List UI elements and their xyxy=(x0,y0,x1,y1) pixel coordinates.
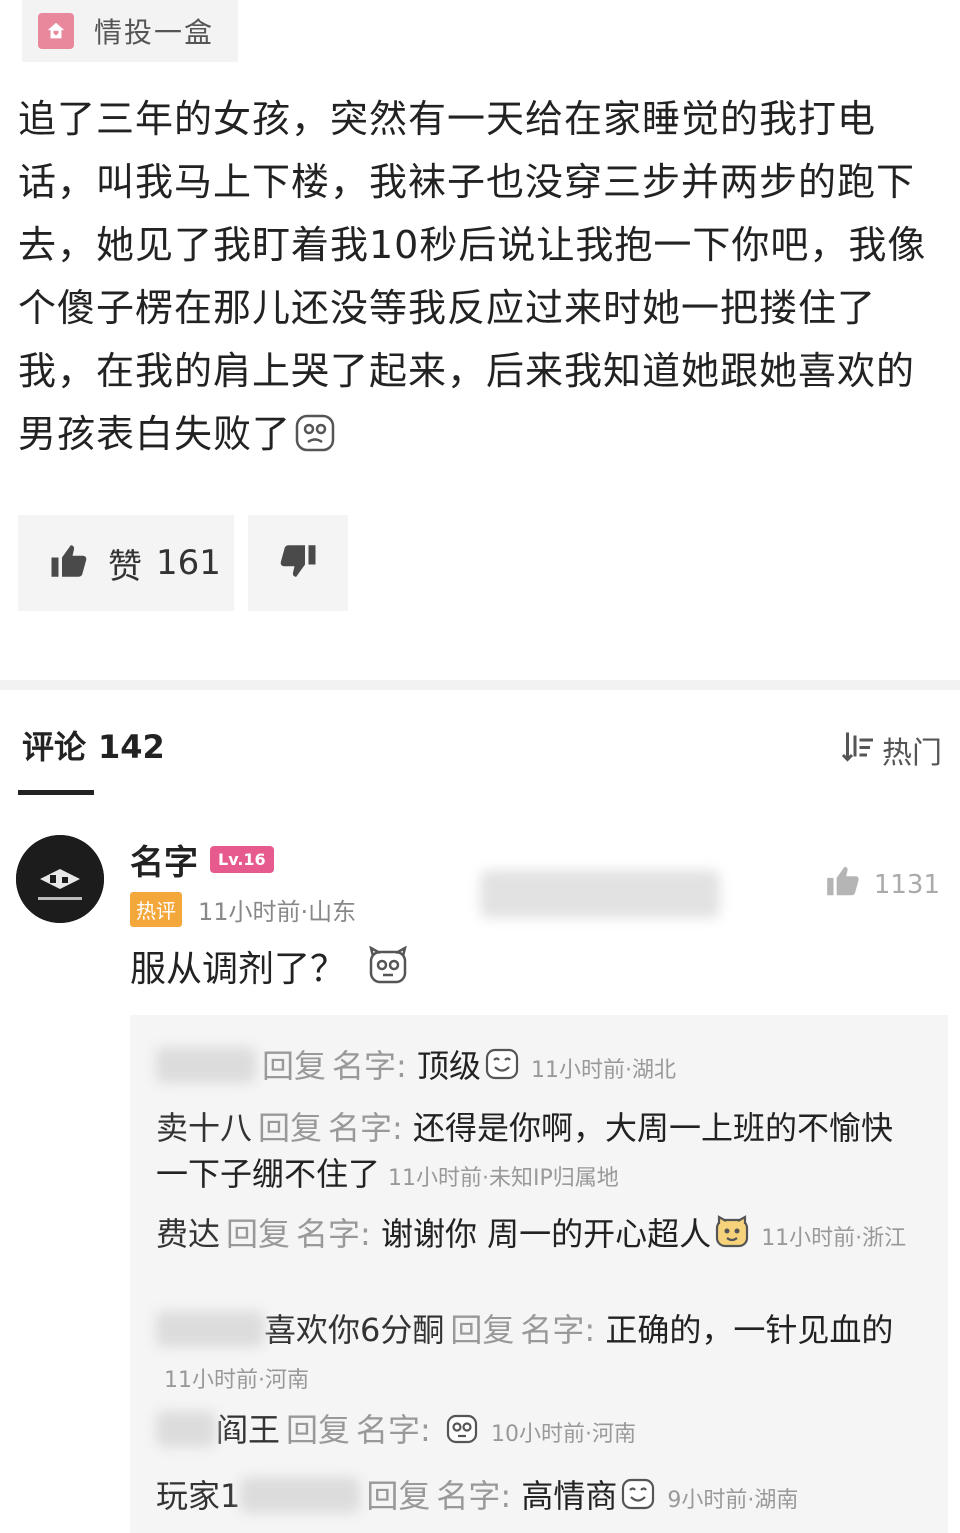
smile-emoji xyxy=(621,1477,655,1511)
comment-text: 服从调剂了？ xyxy=(130,940,408,992)
redacted-blur xyxy=(156,1047,256,1083)
reply-word: 回复 xyxy=(286,1411,351,1449)
reply-time: 11小时前·浙江 xyxy=(761,1226,907,1251)
comment-meta: 热评 11小时前·山东 xyxy=(130,892,356,927)
list-item[interactable]: 回复 名字: 顶级 11小时前·湖北 xyxy=(156,1043,916,1094)
redacted-blur xyxy=(156,1311,264,1347)
post-text: 追了三年的女孩，突然有一天给在家睡觉的我打电话，叫我马上下楼，我袜子也没穿三步并… xyxy=(18,88,948,466)
reply-word: 回复 xyxy=(262,1047,327,1085)
reply-time: 11小时前·湖北 xyxy=(531,1058,676,1083)
reply-word: 回复 xyxy=(366,1477,431,1515)
like-count: 161 xyxy=(156,543,221,583)
comment-like-count: 1131 xyxy=(873,869,940,900)
comment-body: 服从调剂了？ xyxy=(130,949,347,990)
level-badge: Lv.16 xyxy=(210,846,274,873)
smile-emoji xyxy=(485,1047,519,1081)
thumbs-down-icon xyxy=(277,540,319,586)
reply-text: 正确的，一针见血的 xyxy=(605,1311,894,1349)
sad-face-emoji xyxy=(295,409,335,452)
reply-word: 回复 xyxy=(226,1215,291,1253)
reply-target: 名字: xyxy=(296,1215,371,1253)
cat-face-emoji xyxy=(715,1215,749,1249)
like-button[interactable]: 赞 161 xyxy=(18,515,234,611)
list-item[interactable]: 费达 回复 名字: 谢谢你 周一的开心超人 11小时前·浙江 xyxy=(156,1211,916,1262)
comment-username[interactable]: 名字 xyxy=(130,835,198,884)
reply-time: 11小时前·河南 xyxy=(164,1368,309,1393)
thumbs-up-icon xyxy=(48,540,90,586)
reply-nick[interactable]: 费达 xyxy=(156,1215,220,1253)
reply-text: 顶级 xyxy=(416,1047,481,1085)
list-item[interactable]: 玩家1 回复 名字: 高情商 9小时前·湖南 xyxy=(156,1473,916,1524)
reply-word: 回复 xyxy=(258,1109,323,1147)
reply-target: 名字: xyxy=(356,1411,431,1449)
reply-nick[interactable]: 喜欢你6分酮 xyxy=(264,1311,444,1349)
reply-time: 9小时前·湖南 xyxy=(667,1488,799,1513)
reply-text: 高情商 xyxy=(521,1477,618,1515)
active-tab-underline xyxy=(18,790,94,795)
section-divider xyxy=(0,680,960,690)
source-tag[interactable]: 情投一盒 xyxy=(22,0,238,62)
like-label: 赞 xyxy=(108,546,142,587)
sort-label: 热门 xyxy=(882,736,942,771)
dislike-button[interactable] xyxy=(248,515,348,611)
redacted-blur xyxy=(240,1477,361,1513)
comment-time-location: 11小时前·山东 xyxy=(198,898,357,926)
reply-nick[interactable]: 卖十八 xyxy=(156,1109,252,1147)
post-body: 追了三年的女孩，突然有一天给在家睡觉的我打电话，叫我马上下楼，我袜子也没穿三步并… xyxy=(18,97,927,456)
list-item[interactable]: 喜欢你6分酮 回复 名字: 正确的，一针见血的 11小时前·河南 xyxy=(156,1307,916,1404)
reply-target: 名字: xyxy=(436,1477,512,1515)
list-item[interactable]: 阎王 回复 名字: 10小时前·河南 xyxy=(156,1407,916,1458)
redacted-blur xyxy=(156,1411,216,1447)
comments-tab[interactable]: 评论 142 xyxy=(22,722,165,768)
comment-like-button[interactable]: 1131 xyxy=(824,862,940,907)
comment-header: 名字 Lv.16 xyxy=(130,835,274,884)
reply-target: 名字: xyxy=(328,1109,403,1147)
reply-target: 名字: xyxy=(332,1047,407,1085)
redacted-blur xyxy=(480,870,720,918)
dog-face-emoji xyxy=(368,945,408,986)
reply-time: 10小时前·河南 xyxy=(491,1422,636,1447)
dog-face-emoji xyxy=(445,1411,479,1445)
comments-count: 142 xyxy=(98,728,165,766)
reply-nick[interactable]: 阎王 xyxy=(216,1411,280,1449)
reply-word: 回复 xyxy=(450,1311,515,1349)
reply-list: 回复 名字: 顶级 11小时前·湖北 卖十八 回复 名字: 还得是你啊，大周一上班的不愉… xyxy=(130,1015,948,1533)
sort-icon xyxy=(840,728,882,772)
thumbs-up-icon xyxy=(824,862,874,907)
comments-title: 评论 xyxy=(22,728,87,766)
reply-time: 11小时前·未知IP归属地 xyxy=(388,1166,619,1191)
hot-badge: 热评 xyxy=(130,892,182,927)
sort-toggle[interactable]: 热门 xyxy=(840,728,942,772)
source-name: 情投一盒 xyxy=(94,16,215,49)
house-heart-icon xyxy=(38,13,74,49)
avatar[interactable] xyxy=(16,835,104,923)
list-item[interactable]: 卖十八 回复 名字: 还得是你啊，大周一上班的不愉快一下子绷不住了 11小时前·未知I… xyxy=(156,1105,916,1202)
reply-nick[interactable]: 玩家1 xyxy=(156,1477,240,1515)
reply-target: 名字: xyxy=(520,1311,596,1349)
reply-text: 谢谢你 周一的开心超人 xyxy=(381,1215,712,1253)
